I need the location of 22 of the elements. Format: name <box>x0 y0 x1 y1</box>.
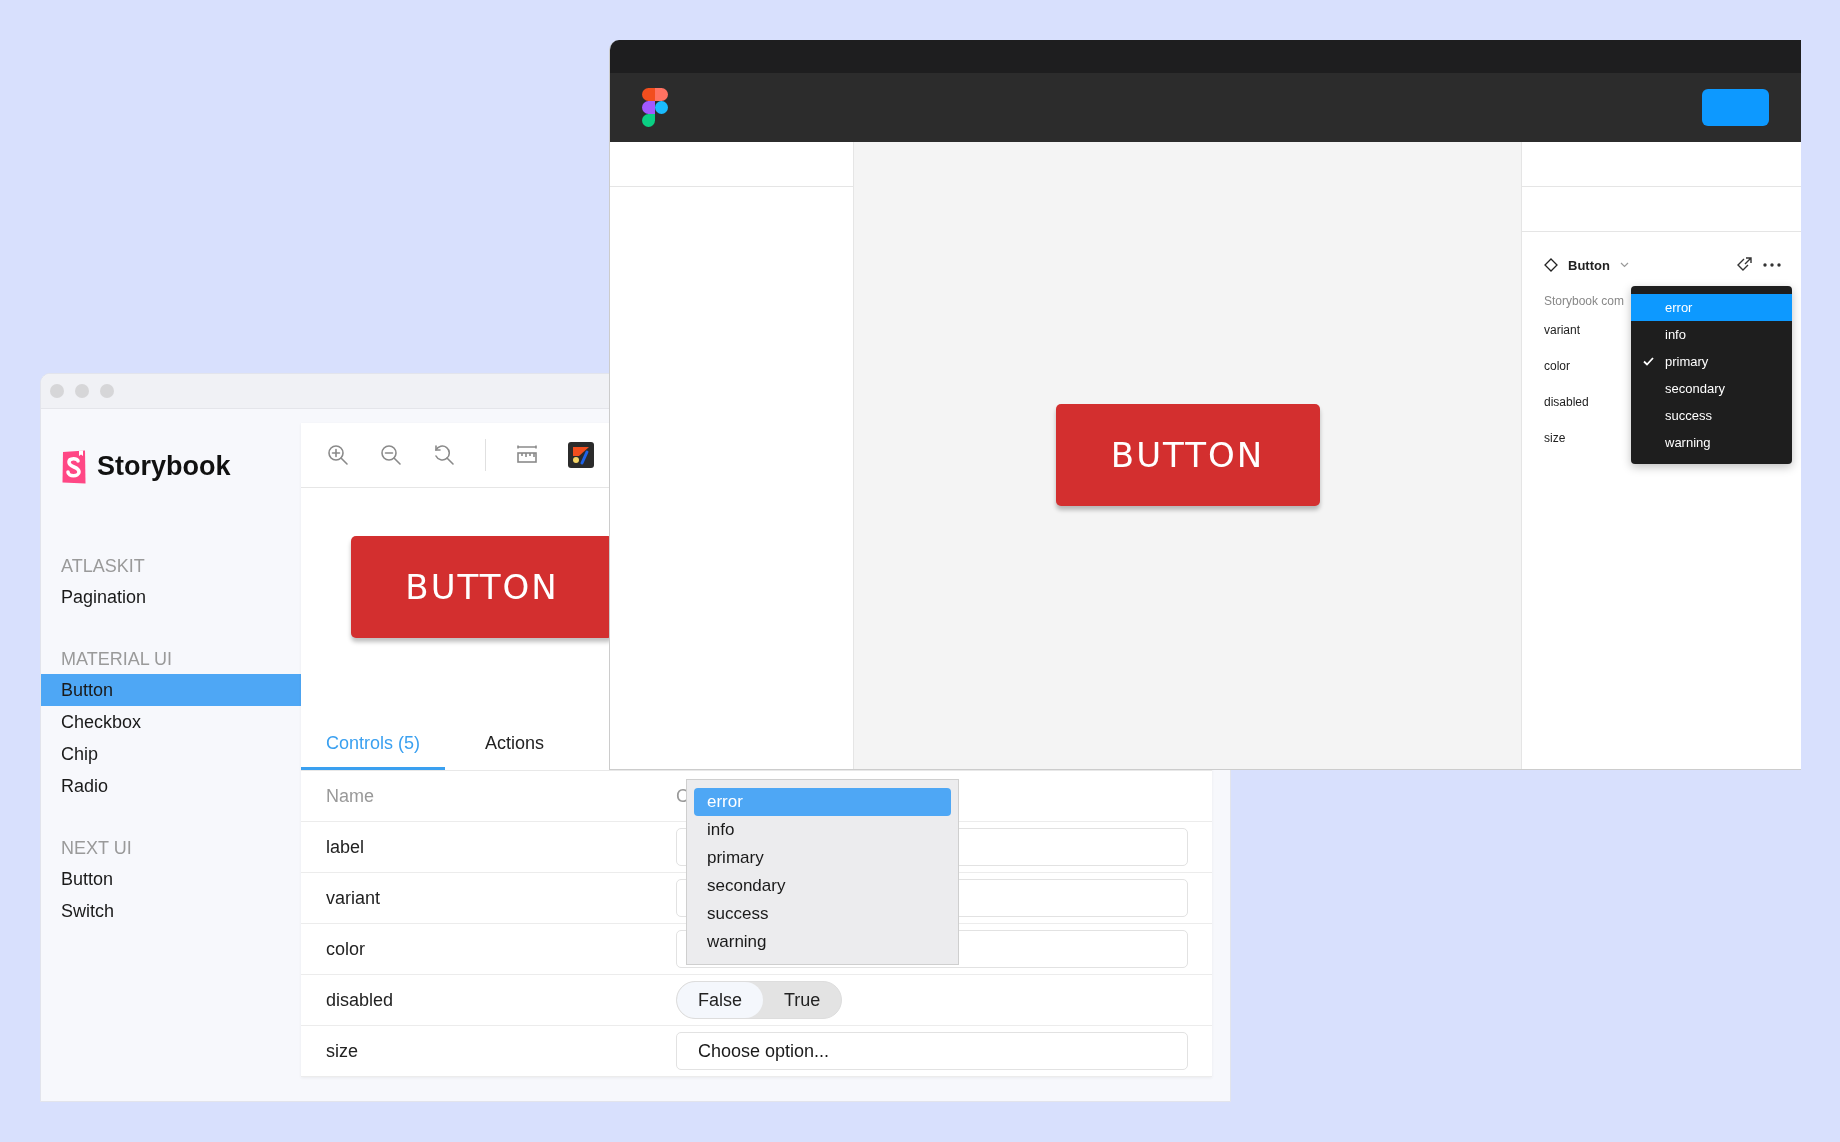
option-label: info <box>1665 327 1686 342</box>
option-label: secondary <box>1665 381 1725 396</box>
sidebar-heading: MATERIAL UI <box>60 648 173 671</box>
component-description: Storybook com <box>1543 293 1625 310</box>
property-name: disabled <box>325 989 395 1011</box>
property-name: color <box>325 938 366 960</box>
property-label: color <box>1543 358 1570 375</box>
column-header: Name <box>325 785 375 807</box>
component-title: Button <box>1568 257 1610 273</box>
option-label: success <box>1665 408 1712 423</box>
sidebar-heading: NEXT UI <box>60 837 133 860</box>
sidebar-heading: ATLASKIT <box>60 555 146 578</box>
property-name: size <box>325 1040 359 1062</box>
property-label: disabled <box>1543 394 1589 411</box>
property-name: variant <box>325 887 382 909</box>
option-label: warning <box>1665 435 1711 450</box>
option-label: error <box>1665 300 1693 315</box>
property-label: size <box>1543 430 1566 447</box>
property-name: label <box>325 836 366 858</box>
option-label: primary <box>1665 354 1709 369</box>
app-title: Storybook <box>97 451 231 482</box>
property-label: variant <box>1543 322 1581 339</box>
